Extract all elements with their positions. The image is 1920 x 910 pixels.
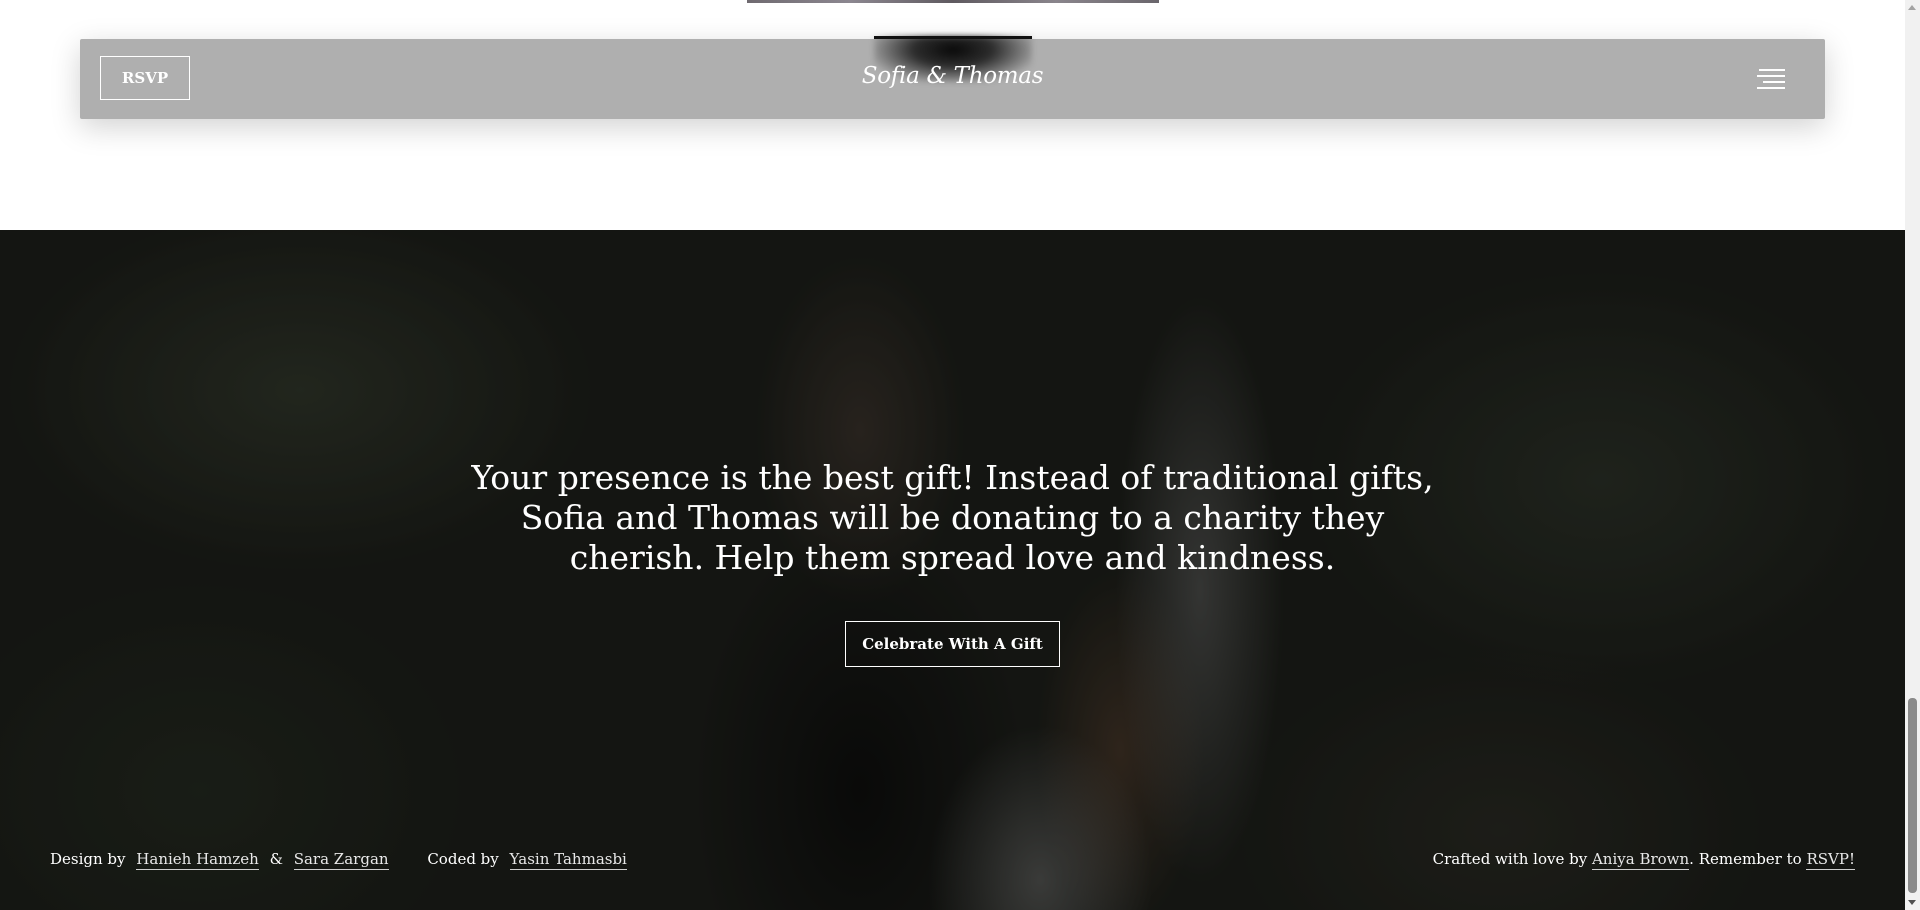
navbar-top-accent (874, 36, 1032, 39)
coded-by-label: Coded by (427, 850, 499, 868)
footer-credits: Design by Hanieh Hamzeh & Sara Zargan Co… (50, 850, 627, 870)
designer-link-sara[interactable]: Sara Zargan (293, 850, 389, 870)
hamburger-menu-icon[interactable] (1757, 67, 1785, 91)
navbar: RSVP Sofia & Thomas (80, 36, 1825, 119)
designer-link-hanieh[interactable]: Hanieh Hamzeh (136, 850, 259, 870)
brand-logo[interactable]: Sofia & Thomas (80, 63, 1825, 89)
coder-link-yasin[interactable]: Yasin Tahmasbi (509, 850, 627, 870)
remember-text: . Remember to (1689, 850, 1802, 868)
scrollbar-thumb[interactable] (1908, 698, 1917, 893)
top-image-edge (747, 0, 1159, 3)
top-section: RSVP Sofia & Thomas (0, 0, 1905, 230)
page: RSVP Sofia & Thomas Your presence is the… (0, 0, 1920, 910)
crafted-by-label: Crafted with love by (1432, 850, 1588, 868)
scroll-down-arrow-icon[interactable] (1908, 900, 1916, 905)
footer-rsvp-link[interactable]: RSVP! (1806, 850, 1855, 870)
ampersand: & (269, 850, 283, 868)
gift-message: Your presence is the best gift! Instead … (471, 458, 1434, 577)
footer: Design by Hanieh Hamzeh & Sara Zargan Co… (0, 850, 1905, 880)
design-by-label: Design by (50, 850, 126, 868)
gift-section: Your presence is the best gift! Instead … (0, 230, 1905, 910)
crafter-link-aniya[interactable]: Aniya Brown (1591, 850, 1690, 870)
page-scrollbar[interactable] (1905, 0, 1920, 910)
celebrate-gift-button[interactable]: Celebrate With A Gift (845, 621, 1060, 667)
footer-crafted: Crafted with love by Aniya Brown. Rememb… (1432, 850, 1855, 870)
scroll-up-arrow-icon[interactable] (1908, 5, 1916, 10)
